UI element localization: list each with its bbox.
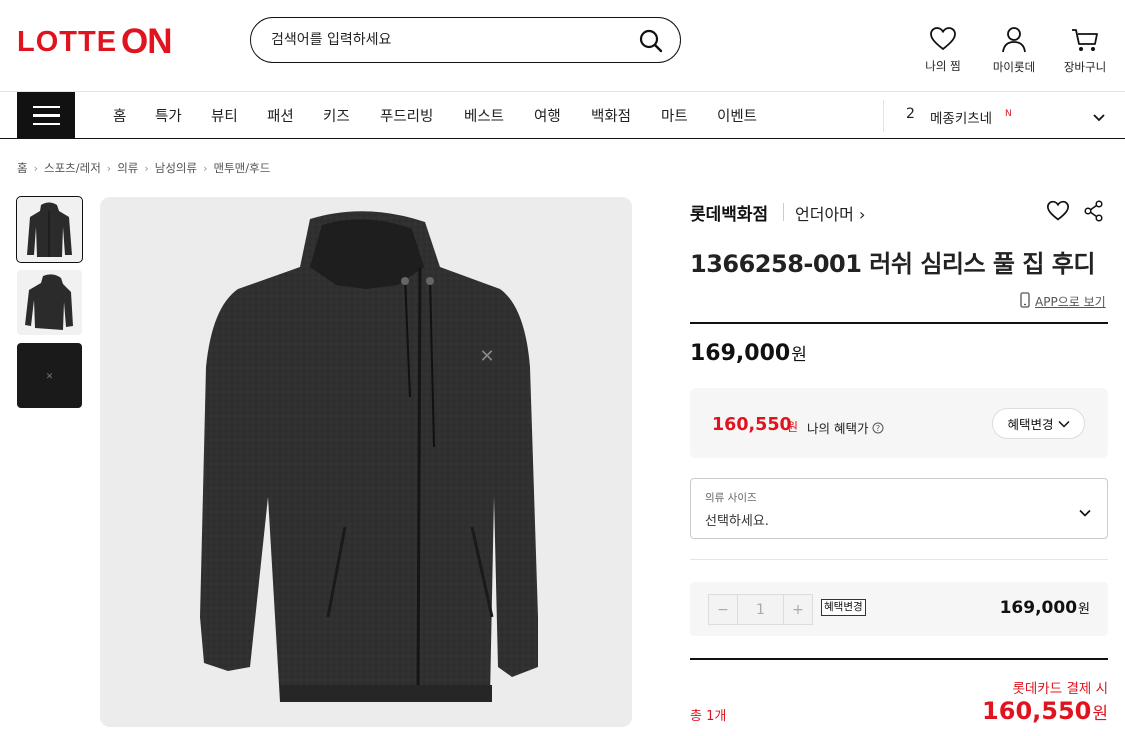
breadcrumb-item-mens[interactable]: 남성의류: [155, 160, 197, 176]
nav-item-food-living[interactable]: 푸드리빙: [380, 105, 433, 126]
lotte-on-logo[interactable]: LOTTE ON: [17, 22, 173, 62]
wish-label: 나의 찜: [925, 59, 961, 73]
quantity-value[interactable]: 1: [737, 595, 784, 624]
quantity-panel: − 1 + 혜택변경 169,000 원: [690, 582, 1108, 636]
search-icon[interactable]: [638, 28, 664, 54]
total-price-value: 160,550: [982, 697, 1092, 725]
original-price: 169,000 원: [690, 340, 807, 366]
brand-store-name[interactable]: 롯데백화점: [690, 200, 768, 225]
nav-item-fashion[interactable]: 패션: [267, 105, 294, 126]
logo-on-text: ON: [121, 22, 172, 61]
wish-button[interactable]: 나의 찜: [903, 26, 983, 74]
view-in-app-link[interactable]: APP으로 보기: [1019, 292, 1106, 311]
decrease-quantity-button[interactable]: −: [709, 595, 737, 624]
share-icon[interactable]: [1084, 200, 1104, 226]
product-title: 1366258-001 러쉬 심리스 풀 집 후디: [690, 250, 1095, 278]
line-item-price-value: 169,000: [999, 598, 1078, 618]
trending-rank-number: 2: [906, 106, 915, 122]
brand-divider: [783, 203, 784, 221]
card-payment-label: 롯데카드 결제 시: [1012, 681, 1108, 697]
chevron-down-icon[interactable]: [1092, 108, 1106, 127]
cart-icon: [1045, 26, 1125, 53]
heart-icon: [903, 26, 983, 52]
original-price-unit: 원: [791, 345, 807, 365]
hamburger-menu-icon[interactable]: [17, 92, 75, 139]
thumbnail-back[interactable]: [17, 270, 82, 335]
chevron-right-icon: ›: [203, 161, 208, 175]
trending-new-badge: N: [1005, 109, 1012, 119]
size-option-value: 선택하세요.: [705, 514, 769, 529]
heart-icon[interactable]: [1046, 200, 1070, 226]
nav-item-travel[interactable]: 여행: [534, 105, 561, 126]
nav-item-best[interactable]: 베스트: [464, 105, 504, 126]
chevron-down-icon: [1057, 416, 1070, 431]
view-in-app-label: APP으로 보기: [1035, 295, 1106, 309]
cart-button[interactable]: 장바구니: [1045, 26, 1125, 75]
chevron-right-icon: ›: [144, 161, 149, 175]
breadcrumb-item-home[interactable]: 홈: [17, 160, 28, 176]
total-count: 총 1개: [690, 709, 727, 724]
size-option-label: 의류 사이즈: [705, 492, 757, 504]
breadcrumb: 홈 › 스포츠/레저 › 의류 › 남성의류 › 맨투맨/후드: [17, 160, 270, 176]
nav-item-deals[interactable]: 특가: [155, 105, 182, 126]
mypage-label: 마이롯데: [992, 60, 1036, 74]
svg-text:?: ?: [876, 424, 880, 433]
header: LOTTE ON 나의 찜 마이롯데 장바구니: [0, 0, 1125, 91]
breadcrumb-item-hoodies[interactable]: 맨투맨/후드: [214, 160, 271, 176]
benefit-label-text: 나의 혜택가: [807, 421, 869, 436]
chevron-right-icon: ›: [33, 161, 38, 175]
nav-divider: [883, 100, 884, 132]
change-benefit-button[interactable]: 혜택변경: [992, 408, 1085, 439]
chevron-down-icon: [1079, 502, 1091, 521]
trending-keyword[interactable]: 메종키츠네: [930, 107, 992, 127]
svg-text:✕: ✕: [479, 346, 494, 367]
total-price: 160,550 원: [982, 697, 1108, 725]
cart-label: 장바구니: [1063, 60, 1107, 74]
search-bar: [250, 17, 681, 63]
size-option-select[interactable]: 의류 사이즈 선택하세요.: [690, 478, 1108, 539]
breadcrumb-item-clothing[interactable]: 의류: [117, 160, 138, 176]
benefit-price-panel: 160,550 원 나의 혜택가 ? 혜택변경: [690, 388, 1108, 458]
logo-lotte-text: LOTTE: [17, 25, 118, 58]
thumbnail-front[interactable]: [16, 196, 83, 263]
thumbnail-logo-detail[interactable]: ✕: [17, 343, 82, 408]
category-nav: 홈 특가 뷰티 패션 키즈 푸드리빙 베스트 여행 백화점 마트 이벤트 2 메…: [0, 91, 1125, 139]
increase-quantity-button[interactable]: +: [784, 595, 812, 624]
nav-item-event[interactable]: 이벤트: [717, 105, 757, 126]
original-price-value: 169,000: [690, 341, 791, 366]
divider: [690, 559, 1108, 560]
search-input[interactable]: [271, 32, 621, 48]
change-benefit-badge[interactable]: 혜택변경: [821, 599, 866, 616]
user-icon: [974, 26, 1054, 53]
nav-item-mart[interactable]: 마트: [661, 105, 688, 126]
benefit-price-unit: 원: [787, 420, 799, 434]
line-item-price: 169,000 원: [1000, 598, 1090, 618]
svg-text:✕: ✕: [46, 372, 54, 382]
chevron-right-icon: ›: [106, 161, 112, 175]
mobile-phone-icon: [1019, 292, 1035, 311]
total-price-unit: 원: [1092, 704, 1108, 724]
nav-item-beauty[interactable]: 뷰티: [211, 105, 238, 126]
benefit-price-label[interactable]: 나의 혜택가 ?: [807, 418, 884, 437]
mypage-button[interactable]: 마이롯데: [974, 26, 1054, 75]
help-icon[interactable]: ?: [872, 421, 884, 436]
divider: [690, 322, 1108, 324]
change-benefit-label: 혜택변경: [1007, 417, 1054, 432]
brand-link[interactable]: 언더아머 ›: [795, 201, 865, 225]
divider: [690, 658, 1108, 660]
nav-item-kids[interactable]: 키즈: [323, 105, 350, 126]
benefit-price-value: 160,550: [712, 415, 792, 435]
quantity-stepper: − 1 +: [708, 594, 813, 625]
product-main-image: ✕: [100, 197, 632, 727]
line-item-price-unit: 원: [1078, 602, 1090, 617]
nav-item-department[interactable]: 백화점: [591, 105, 631, 126]
nav-item-home[interactable]: 홈: [113, 105, 126, 126]
breadcrumb-item-sports[interactable]: 스포츠/레저: [44, 160, 101, 176]
